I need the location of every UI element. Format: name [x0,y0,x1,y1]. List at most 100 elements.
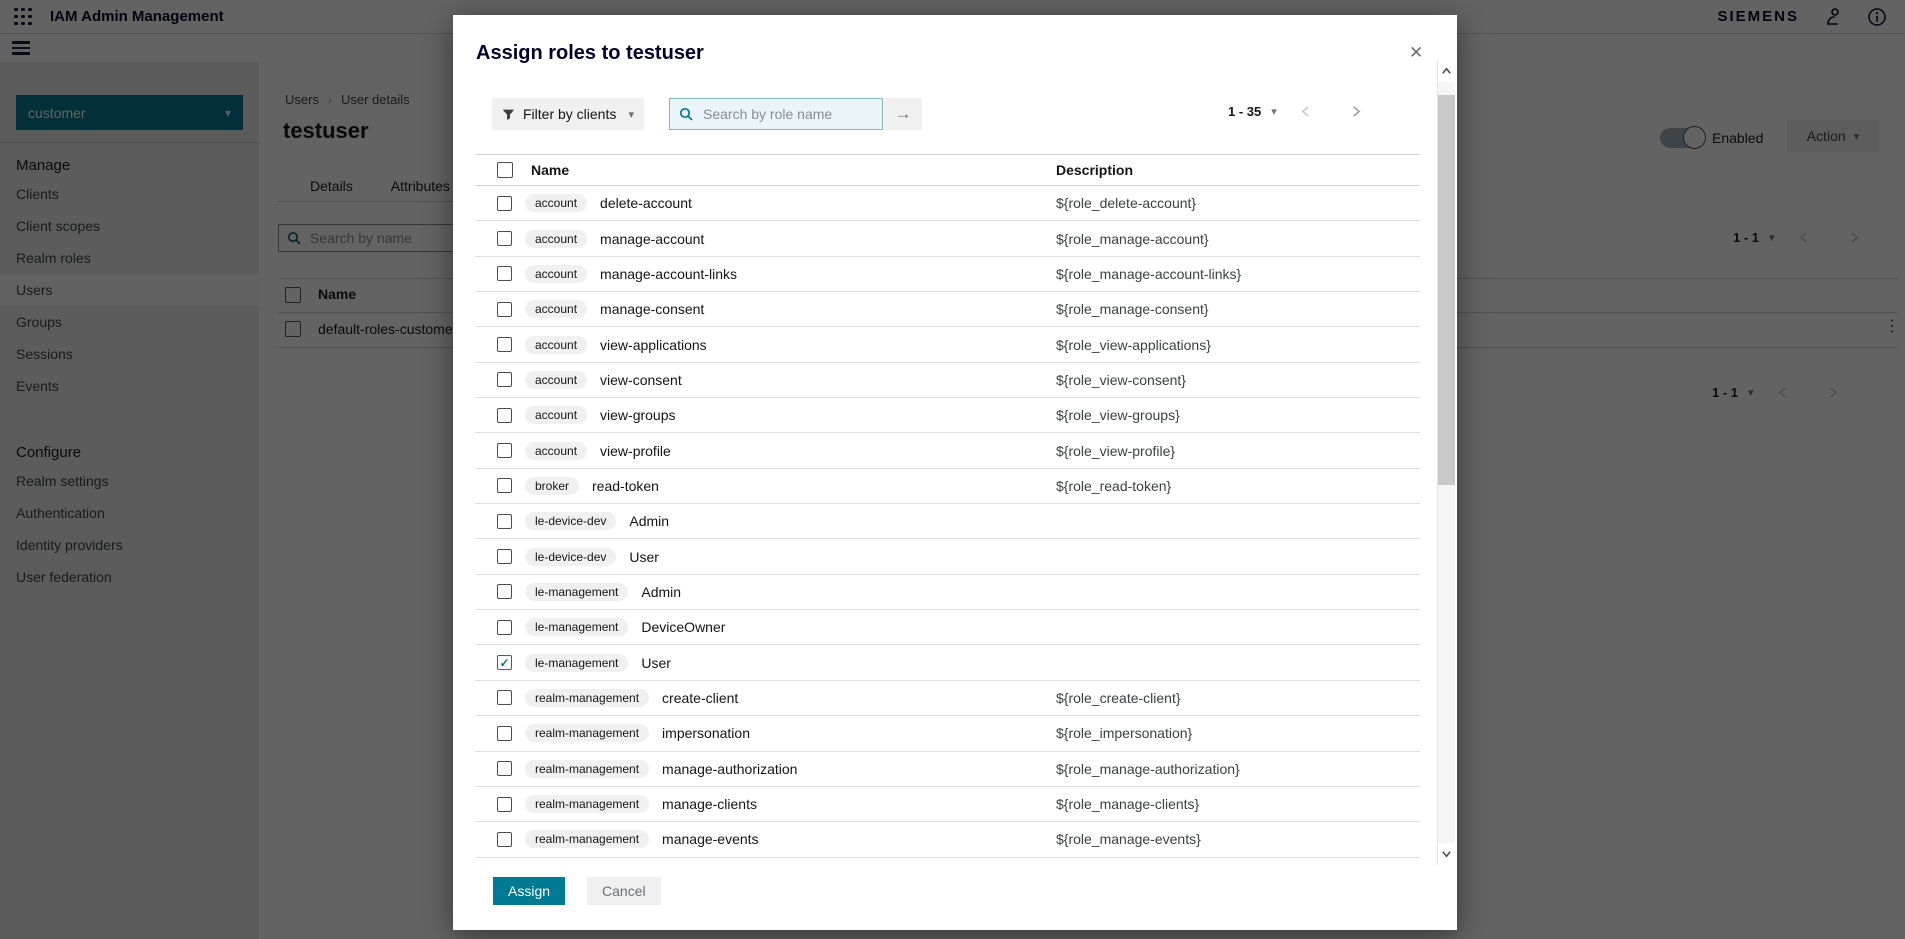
table-row: realm-management manage-authorization ${… [475,752,1420,787]
close-icon[interactable]: ✕ [1405,39,1427,67]
client-badge: realm-management [525,760,649,778]
next-page-icon[interactable] [1352,105,1361,118]
role-description: ${role_manage-authorization} [1056,761,1240,777]
roles-table-body: account delete-account ${role_delete-acc… [475,186,1420,858]
role-checkbox[interactable] [497,302,512,317]
table-row: le-device-dev User [475,539,1420,574]
table-row: realm-management manage-events ${role_ma… [475,822,1420,857]
role-name: view-applications [600,337,707,353]
scroll-up-button[interactable] [1438,60,1455,82]
role-checkbox[interactable] [497,797,512,812]
role-name: User [629,549,659,565]
role-description: ${role_impersonation} [1056,725,1192,741]
table-row: broker read-token ${role_read-token} [475,469,1420,504]
role-name: delete-account [600,195,692,211]
table-row: realm-management manage-clients ${role_m… [475,787,1420,822]
role-checkbox[interactable] [497,514,512,529]
role-checkbox[interactable] [497,726,512,741]
client-badge: le-management [525,618,628,636]
role-checkbox[interactable] [497,196,512,211]
role-name: DeviceOwner [641,619,725,635]
client-badge: realm-management [525,830,649,848]
modal-scrollbar[interactable] [1437,60,1455,865]
role-description: ${role_create-client} [1056,690,1181,706]
role-checkbox[interactable] [497,549,512,564]
role-description: ${role_manage-account} [1056,231,1209,247]
role-checkbox[interactable] [497,266,512,281]
column-header-name: Name [531,162,569,178]
chevron-down-icon: ▾ [628,108,634,121]
role-description: ${role_view-groups} [1056,407,1180,423]
client-badge: le-device-dev [525,548,616,566]
role-search-input[interactable] [701,105,886,123]
table-row: realm-management create-client ${role_cr… [475,681,1420,716]
roles-table-header: Name Description [475,155,1420,186]
chevron-up-icon [1441,67,1452,75]
modal-pagination: 1 - 35 ▾ [1228,104,1361,119]
role-checkbox[interactable] [497,231,512,246]
filter-icon [502,108,515,121]
role-name: view-consent [600,372,682,388]
assign-roles-modal: Assign roles to testuser ✕ Filter by cli… [453,15,1457,930]
role-checkbox[interactable] [497,690,512,705]
client-badge: account [525,336,587,354]
client-badge: account [525,265,587,283]
role-search-box [669,98,883,130]
role-name: Admin [629,513,669,529]
role-checkbox[interactable] [497,478,512,493]
role-description: ${role_manage-consent} [1056,301,1209,317]
role-checkbox[interactable] [497,620,512,635]
client-badge: account [525,406,587,424]
table-row: le-management User [475,645,1420,680]
role-name: manage-account [600,231,704,247]
chevron-down-icon: ▾ [1271,105,1277,118]
role-name: impersonation [662,725,750,741]
role-checkbox[interactable] [497,372,512,387]
role-name: read-token [592,478,659,494]
cancel-button[interactable]: Cancel [587,877,661,905]
table-row: account delete-account ${role_delete-acc… [475,186,1420,221]
role-name: create-client [662,690,738,706]
role-checkbox[interactable] [497,761,512,776]
role-checkbox[interactable] [497,584,512,599]
client-badge: account [525,300,587,318]
column-header-description: Description [1056,162,1133,178]
search-submit-arrow-icon[interactable]: → [884,98,922,130]
table-row: account view-applications ${role_view-ap… [475,327,1420,362]
client-badge: le-device-dev [525,512,616,530]
client-badge: account [525,442,587,460]
pagination-range[interactable]: 1 - 35 [1228,104,1261,119]
role-description: ${role_delete-account} [1056,195,1196,211]
client-badge: account [525,230,587,248]
previous-page-icon[interactable] [1301,105,1310,118]
client-badge: realm-management [525,689,649,707]
select-all-checkbox[interactable] [497,162,513,178]
scrollbar-thumb[interactable] [1438,95,1455,485]
role-name: manage-authorization [662,761,797,777]
role-checkbox[interactable] [497,832,512,847]
modal-title: Assign roles to testuser [476,42,704,65]
table-row: le-management Admin [475,575,1420,610]
table-row: account manage-account-links ${role_mana… [475,257,1420,292]
role-checkbox[interactable] [497,655,512,670]
role-name: manage-account-links [600,266,737,282]
role-name: manage-clients [662,796,757,812]
role-name: User [641,655,671,671]
table-row: le-device-dev Admin [475,504,1420,539]
role-description: ${role_view-applications} [1056,337,1211,353]
scroll-down-button[interactable] [1438,843,1455,865]
client-badge: realm-management [525,724,649,742]
role-checkbox[interactable] [497,408,512,423]
role-checkbox[interactable] [497,337,512,352]
filter-by-clients-dropdown[interactable]: Filter by clients ▾ [492,98,644,130]
modal-footer: Assign Cancel [493,877,661,905]
role-checkbox[interactable] [497,443,512,458]
client-badge: realm-management [525,795,649,813]
role-name: manage-events [662,831,759,847]
table-row: le-management DeviceOwner [475,610,1420,645]
role-description: ${role_manage-clients} [1056,796,1199,812]
assign-button[interactable]: Assign [493,877,565,905]
table-row: account manage-account ${role_manage-acc… [475,221,1420,256]
role-name: manage-consent [600,301,704,317]
role-description: ${role_view-consent} [1056,372,1186,388]
